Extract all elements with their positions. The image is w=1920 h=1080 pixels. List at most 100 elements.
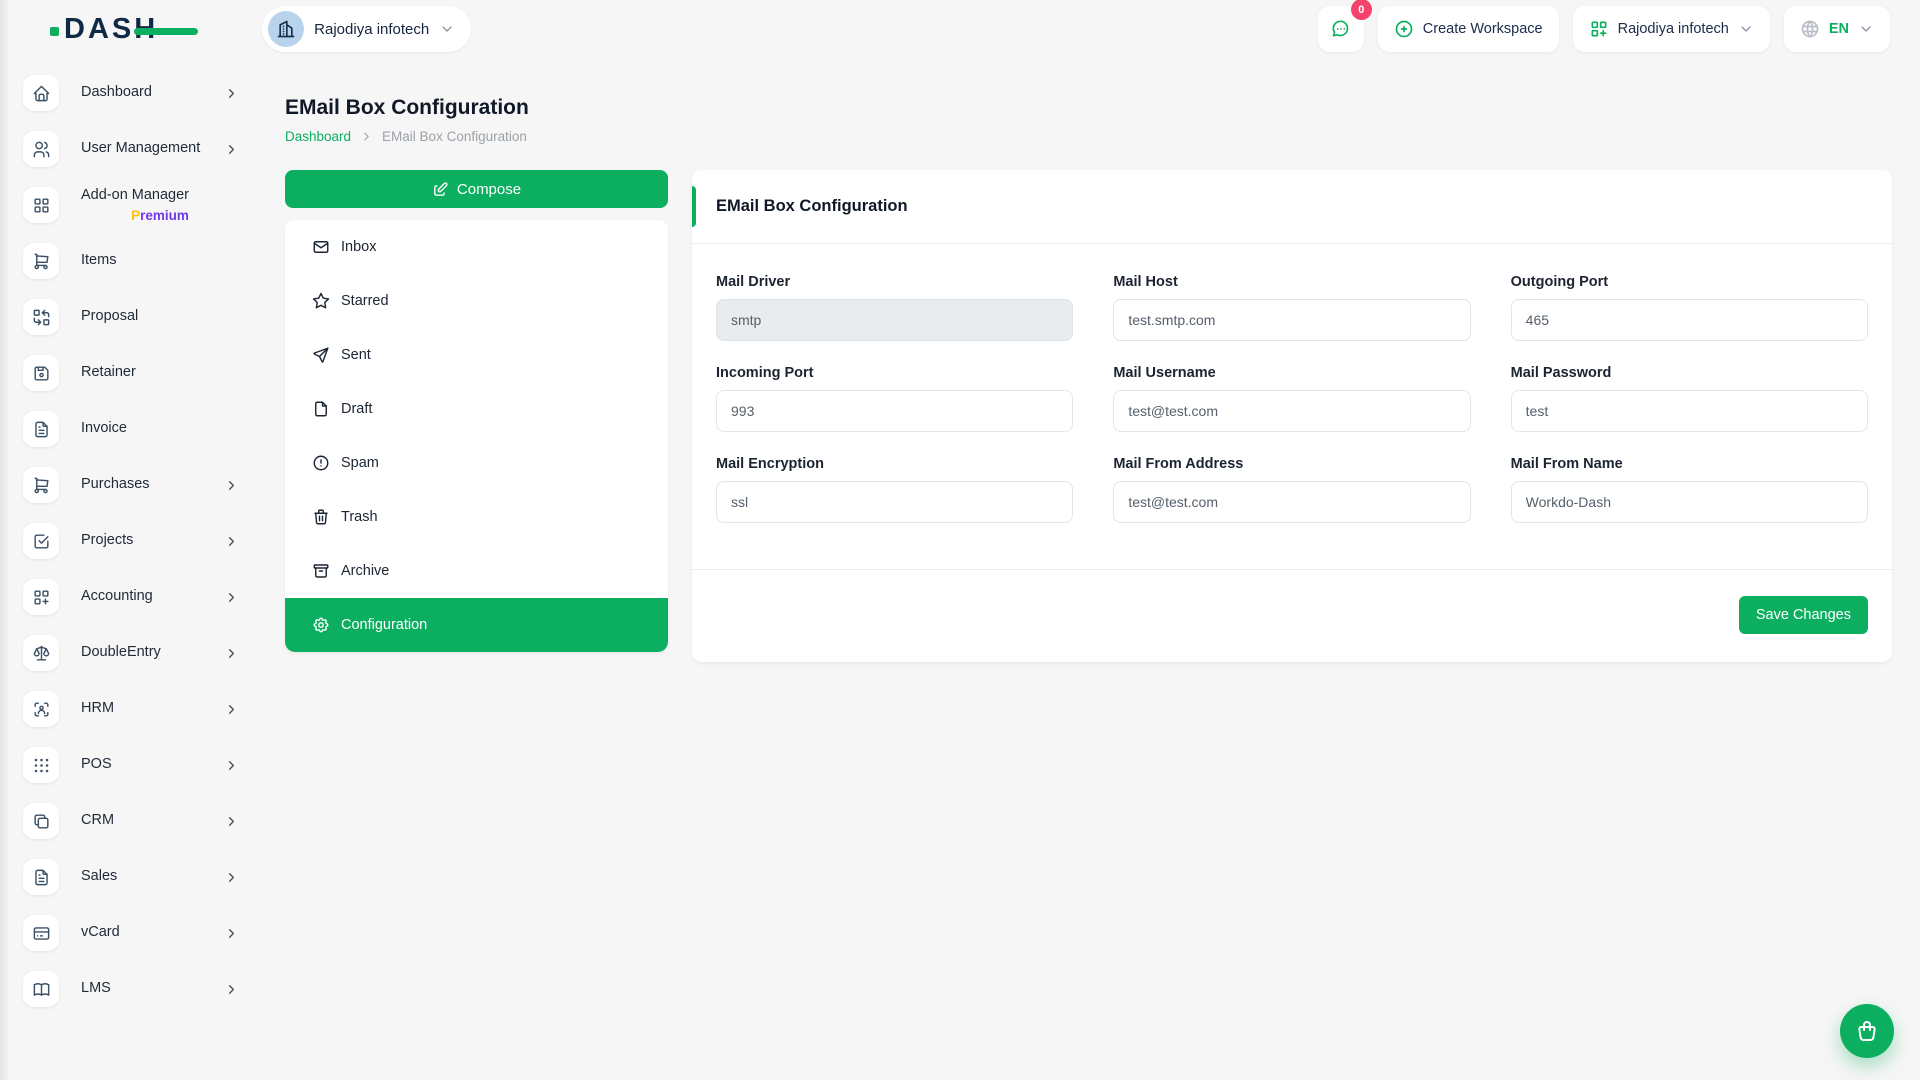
- book-icon: [23, 971, 59, 1007]
- compose-button[interactable]: Compose: [285, 170, 668, 208]
- folder-item-inbox[interactable]: Inbox: [285, 220, 668, 274]
- card-header: EMail Box Configuration: [692, 170, 1892, 243]
- field-input[interactable]: [1113, 299, 1470, 341]
- sidebar-item-label: Dashboard: [81, 82, 224, 103]
- sidebar-item-pos[interactable]: POS: [23, 744, 265, 786]
- alert-circle-icon: [312, 454, 330, 472]
- folder-item-starred[interactable]: Starred: [285, 274, 668, 328]
- star-icon: [312, 292, 330, 310]
- sidebar-item-purchases[interactable]: Purchases: [23, 464, 265, 506]
- field-input[interactable]: [1113, 481, 1470, 523]
- mail-icon: [312, 238, 330, 256]
- form-field-mail-from-name: Mail From Name: [1511, 456, 1868, 523]
- sidebar-item-proposal[interactable]: Proposal: [23, 296, 265, 338]
- chevron-right-icon: [224, 926, 239, 941]
- gear-icon: [312, 616, 330, 634]
- sidebar-item-label: DoubleEntry: [81, 642, 224, 663]
- create-workspace-button[interactable]: Create Workspace: [1378, 6, 1559, 52]
- folder-label: Draft: [341, 401, 372, 417]
- cart-icon: [23, 243, 59, 279]
- folder-label: Sent: [341, 347, 371, 363]
- sidebar-item-label: Retainer: [81, 362, 239, 383]
- workspace-avatar: [268, 11, 304, 47]
- trash-icon: [312, 508, 330, 526]
- field-label: Mail From Name: [1511, 456, 1868, 472]
- replace-icon: [23, 299, 59, 335]
- field-input[interactable]: [1113, 390, 1470, 432]
- file-icon: [312, 400, 330, 418]
- folder-label: Inbox: [341, 239, 376, 255]
- users-icon: [23, 131, 59, 167]
- chevron-right-icon: [224, 646, 239, 661]
- grid-plus-icon: [23, 579, 59, 615]
- form-field-outgoing-port: Outgoing Port: [1511, 274, 1868, 341]
- folder-item-trash[interactable]: Trash: [285, 490, 668, 544]
- messages-badge: 0: [1351, 0, 1372, 20]
- sidebar-item-invoice[interactable]: Invoice: [23, 408, 265, 450]
- top-header: DASH Rajodiya infotech 0 Create Workspac…: [0, 0, 1920, 58]
- folder-item-sent[interactable]: Sent: [285, 328, 668, 382]
- chevron-right-icon: [224, 534, 239, 549]
- chevron-right-icon: [224, 702, 239, 717]
- premium-badge: Premium: [81, 206, 239, 226]
- sidebar-item-hrm[interactable]: HRM: [23, 688, 265, 730]
- store-fab-button[interactable]: [1840, 1004, 1894, 1058]
- save-changes-button[interactable]: Save Changes: [1739, 596, 1868, 634]
- folder-label: Archive: [341, 563, 389, 579]
- breadcrumb-current: EMail Box Configuration: [382, 129, 527, 144]
- form-field-mail-host: Mail Host: [1113, 274, 1470, 341]
- floppy-icon: [23, 355, 59, 391]
- sidebar-item-user-management[interactable]: User Management: [23, 128, 265, 170]
- field-input[interactable]: [1511, 390, 1868, 432]
- form-field-mail-encryption: Mail Encryption: [716, 456, 1073, 523]
- breadcrumb-dashboard-link[interactable]: Dashboard: [285, 129, 351, 144]
- field-input[interactable]: [1511, 299, 1868, 341]
- sidebar-item-accounting[interactable]: Accounting: [23, 576, 265, 618]
- sidebar-item-label: Sales: [81, 866, 224, 887]
- chevron-right-icon: [360, 130, 373, 143]
- folder-item-spam[interactable]: Spam: [285, 436, 668, 490]
- checkbox-icon: [23, 523, 59, 559]
- field-label: Outgoing Port: [1511, 274, 1868, 290]
- send-icon: [312, 346, 330, 364]
- grid-plus-icon: [1589, 19, 1609, 39]
- sidebar-item-doubleentry[interactable]: DoubleEntry: [23, 632, 265, 674]
- sidebar-item-retainer[interactable]: Retainer: [23, 352, 265, 394]
- sidebar-item-label: vCard: [81, 922, 224, 943]
- sidebar-item-projects[interactable]: Projects: [23, 520, 265, 562]
- sidebar-item-add-on-manager[interactable]: Add-on Manager Premium: [23, 184, 265, 226]
- email-config-form: Mail Driver Mail Host Outgoing Port: [692, 244, 1892, 569]
- language-selector[interactable]: EN: [1784, 6, 1890, 52]
- sidebar-item-lms[interactable]: LMS: [23, 968, 265, 1010]
- folder-item-archive[interactable]: Archive: [285, 544, 668, 598]
- home-icon: [23, 75, 59, 111]
- sidebar-item-items[interactable]: Items: [23, 240, 265, 282]
- workspace-selector[interactable]: Rajodiya infotech: [262, 6, 471, 52]
- field-label: Incoming Port: [716, 365, 1073, 381]
- sidebar-item-label: Invoice: [81, 418, 239, 439]
- field-label: Mail Encryption: [716, 456, 1073, 472]
- field-input[interactable]: [716, 390, 1073, 432]
- sidebar-item-vcard[interactable]: vCard: [23, 912, 265, 954]
- field-input[interactable]: [1511, 481, 1868, 523]
- chevron-right-icon: [224, 86, 239, 101]
- company-menu[interactable]: Rajodiya infotech: [1573, 6, 1770, 52]
- field-input[interactable]: [716, 481, 1073, 523]
- messages-button[interactable]: 0: [1318, 6, 1364, 52]
- globe-icon: [1800, 19, 1820, 39]
- archive-icon: [312, 562, 330, 580]
- sidebar-item-sales[interactable]: Sales: [23, 856, 265, 898]
- copy-icon: [23, 803, 59, 839]
- chevron-right-icon: [224, 870, 239, 885]
- folder-item-draft[interactable]: Draft: [285, 382, 668, 436]
- email-config-card: EMail Box Configuration Mail Driver Mail…: [692, 170, 1892, 662]
- app-logo[interactable]: DASH: [64, 13, 158, 46]
- sidebar-item-crm[interactable]: CRM: [23, 800, 265, 842]
- main-sidebar: Dashboard User Management Add-on Manager: [0, 72, 265, 1024]
- folder-item-configuration[interactable]: Configuration: [285, 598, 668, 652]
- sidebar-item-label: Projects: [81, 530, 224, 551]
- sidebar-item-label: LMS: [81, 978, 224, 999]
- sidebar-item-dashboard[interactable]: Dashboard: [23, 72, 265, 114]
- chevron-right-icon: [224, 758, 239, 773]
- plus-circle-icon: [1394, 19, 1414, 39]
